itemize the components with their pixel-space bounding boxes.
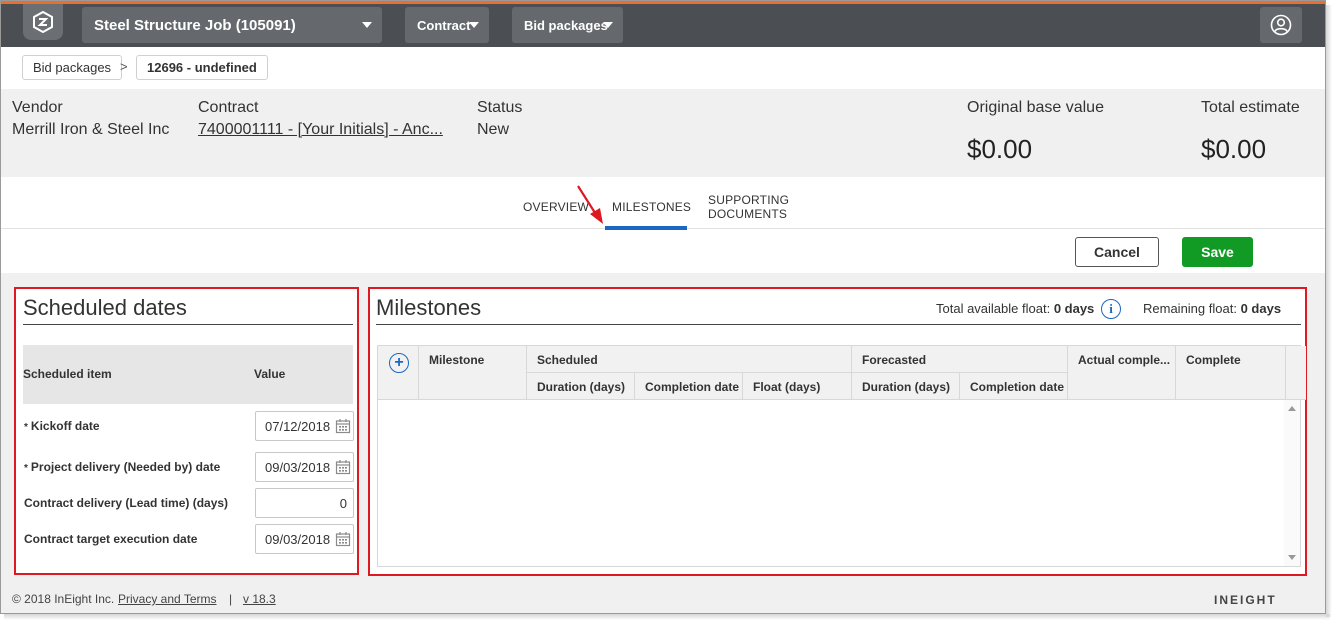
- breadcrumb-current-package[interactable]: 12696 - undefined: [136, 55, 268, 80]
- col-header-value: Value: [254, 367, 286, 381]
- info-icon[interactable]: i: [1101, 299, 1121, 319]
- vendor-label: Vendor: [12, 99, 63, 116]
- chevron-down-icon: [603, 22, 613, 28]
- tab-supporting-documents[interactable]: SUPPORTING DOCUMENTS: [708, 193, 789, 221]
- tab-milestones[interactable]: MILESTONES: [612, 200, 691, 214]
- remaining-float: Remaining float: 0 days: [1143, 301, 1281, 316]
- calendar-icon[interactable]: [335, 459, 351, 475]
- cancel-button[interactable]: Cancel: [1075, 237, 1159, 267]
- scroll-up-icon[interactable]: [1288, 406, 1296, 411]
- col-header-scheduled-float[interactable]: Float (days): [743, 373, 852, 400]
- add-milestone-icon[interactable]: +: [389, 353, 409, 373]
- app-window: Steel Structure Job (105091) Contract Bi…: [0, 0, 1326, 614]
- col-header-actual-complete[interactable]: Actual comple...: [1068, 346, 1176, 400]
- divider: [376, 324, 1301, 325]
- status-label: Status: [477, 99, 523, 116]
- tab-supporting-documents-line2: DOCUMENTS: [708, 207, 788, 221]
- col-group-forecasted: Forecasted: [852, 346, 1068, 373]
- original-base-value: $0.00: [967, 134, 1033, 164]
- user-avatar-icon: [1270, 14, 1292, 36]
- divider: [23, 324, 353, 325]
- contract-link[interactable]: 7400001111 - [Your Initials] - Anc...: [198, 121, 443, 139]
- chevron-down-icon: [362, 22, 372, 28]
- project-delivery-date-label: * Project delivery (Needed by) date: [24, 460, 221, 474]
- bid-package-summary: Vendor Merrill Iron & Steel Inc Contract…: [1, 89, 1325, 177]
- contract-target-execution-date-value: 09/03/2018: [265, 531, 331, 547]
- breadcrumb: Bid packages > 12696 - undefined: [1, 47, 1325, 89]
- col-header-forecasted-completion-date[interactable]: Completion date: [960, 373, 1068, 400]
- top-navigation-bar: Steel Structure Job (105091) Contract Bi…: [1, 1, 1325, 47]
- bid-packages-menu-label: Bid packages: [524, 17, 608, 33]
- milestones-title: Milestones: [376, 295, 482, 320]
- required-marker: *: [24, 422, 28, 433]
- scheduled-dates-panel: Scheduled dates Scheduled item Value * Ki…: [14, 287, 359, 575]
- vertical-scrollbar[interactable]: [1284, 400, 1300, 566]
- add-column-header: +: [378, 346, 419, 400]
- remaining-float-value: 0 days: [1240, 301, 1282, 316]
- chevron-down-icon: [469, 22, 479, 28]
- calendar-icon[interactable]: [335, 418, 351, 434]
- header-spacer: [1286, 346, 1306, 400]
- breadcrumb-bid-packages[interactable]: Bid packages: [22, 55, 123, 80]
- total-estimate-label: Total estimate: [1201, 99, 1300, 116]
- col-header-scheduled-completion-date[interactable]: Completion date: [635, 373, 743, 400]
- annotation-arrow-icon: [577, 185, 603, 224]
- contract-target-execution-date-label: Contract target execution date: [24, 532, 198, 546]
- col-header-scheduled-duration[interactable]: Duration (days): [527, 373, 635, 400]
- project-delivery-date-input[interactable]: 09/03/2018: [255, 452, 354, 482]
- required-marker: *: [24, 463, 28, 474]
- kickoff-date-input[interactable]: 07/12/2018: [255, 411, 354, 441]
- contract-delivery-lead-time-input[interactable]: 0: [255, 488, 354, 518]
- col-group-scheduled: Scheduled: [527, 346, 852, 373]
- brand-logo: INEIGHT: [1214, 593, 1277, 607]
- user-profile-button[interactable]: [1260, 7, 1302, 43]
- col-header-forecasted-duration[interactable]: Duration (days): [852, 373, 960, 400]
- footer-separator: |: [229, 592, 233, 606]
- milestones-grid: + Milestone Scheduled Duration (days) Co…: [377, 345, 1306, 567]
- kickoff-date-label: * Kickoff date: [24, 419, 100, 433]
- milestones-panel: Milestones Total available float: 0 days…: [368, 287, 1307, 576]
- tab-supporting-documents-line1: SUPPORTING: [708, 193, 790, 207]
- col-header-complete[interactable]: Complete: [1176, 346, 1286, 400]
- scheduled-dates-header: Scheduled item Value: [23, 345, 353, 404]
- scroll-down-icon[interactable]: [1288, 555, 1296, 560]
- job-selector-dropdown[interactable]: Steel Structure Job (105091): [82, 7, 382, 43]
- contract-label: Contract: [198, 99, 259, 116]
- calendar-icon[interactable]: [335, 531, 351, 547]
- col-header-scheduled-item: Scheduled item: [23, 367, 112, 381]
- scheduled-dates-title: Scheduled dates: [23, 295, 187, 320]
- col-header-milestone[interactable]: Milestone: [419, 346, 527, 400]
- status-value: New: [477, 121, 510, 138]
- contract-target-execution-date-input[interactable]: 09/03/2018: [255, 524, 354, 554]
- active-tab-indicator: [605, 226, 687, 230]
- contract-menu-label: Contract: [417, 17, 471, 33]
- footer: © 2018 InEight Inc. Privacy and Terms | …: [1, 584, 1325, 613]
- total-available-float-value: 0 days: [1053, 301, 1095, 316]
- contract-menu-dropdown[interactable]: Contract: [405, 7, 489, 43]
- total-available-float-label: Total available float:: [936, 301, 1051, 316]
- remaining-float-label: Remaining float:: [1143, 301, 1237, 316]
- bid-packages-menu-dropdown[interactable]: Bid packages: [512, 7, 623, 43]
- vendor-value: Merrill Iron & Steel Inc: [12, 121, 170, 138]
- privacy-terms-link[interactable]: Privacy and Terms: [118, 592, 216, 606]
- breadcrumb-separator: >: [120, 59, 128, 74]
- total-available-float: Total available float: 0 days: [936, 301, 1094, 316]
- kickoff-date-value: 07/12/2018: [265, 418, 331, 434]
- original-base-value-label: Original base value: [967, 99, 1104, 116]
- contract-delivery-lead-time-label: Contract delivery (Lead time) (days): [24, 496, 229, 510]
- copyright-text: © 2018 InEight Inc.: [12, 592, 115, 606]
- version-link[interactable]: v 18.3: [243, 592, 276, 606]
- app-logo-icon[interactable]: [23, 4, 63, 40]
- total-estimate-value: $0.00: [1201, 134, 1267, 164]
- save-button[interactable]: Save: [1182, 237, 1253, 267]
- job-selector-label: Steel Structure Job (105091): [94, 16, 296, 34]
- project-delivery-date-value: 09/03/2018: [265, 459, 331, 475]
- tab-bar: OVERVIEW MILESTONES SUPPORTING DOCUMENTS: [1, 177, 1325, 230]
